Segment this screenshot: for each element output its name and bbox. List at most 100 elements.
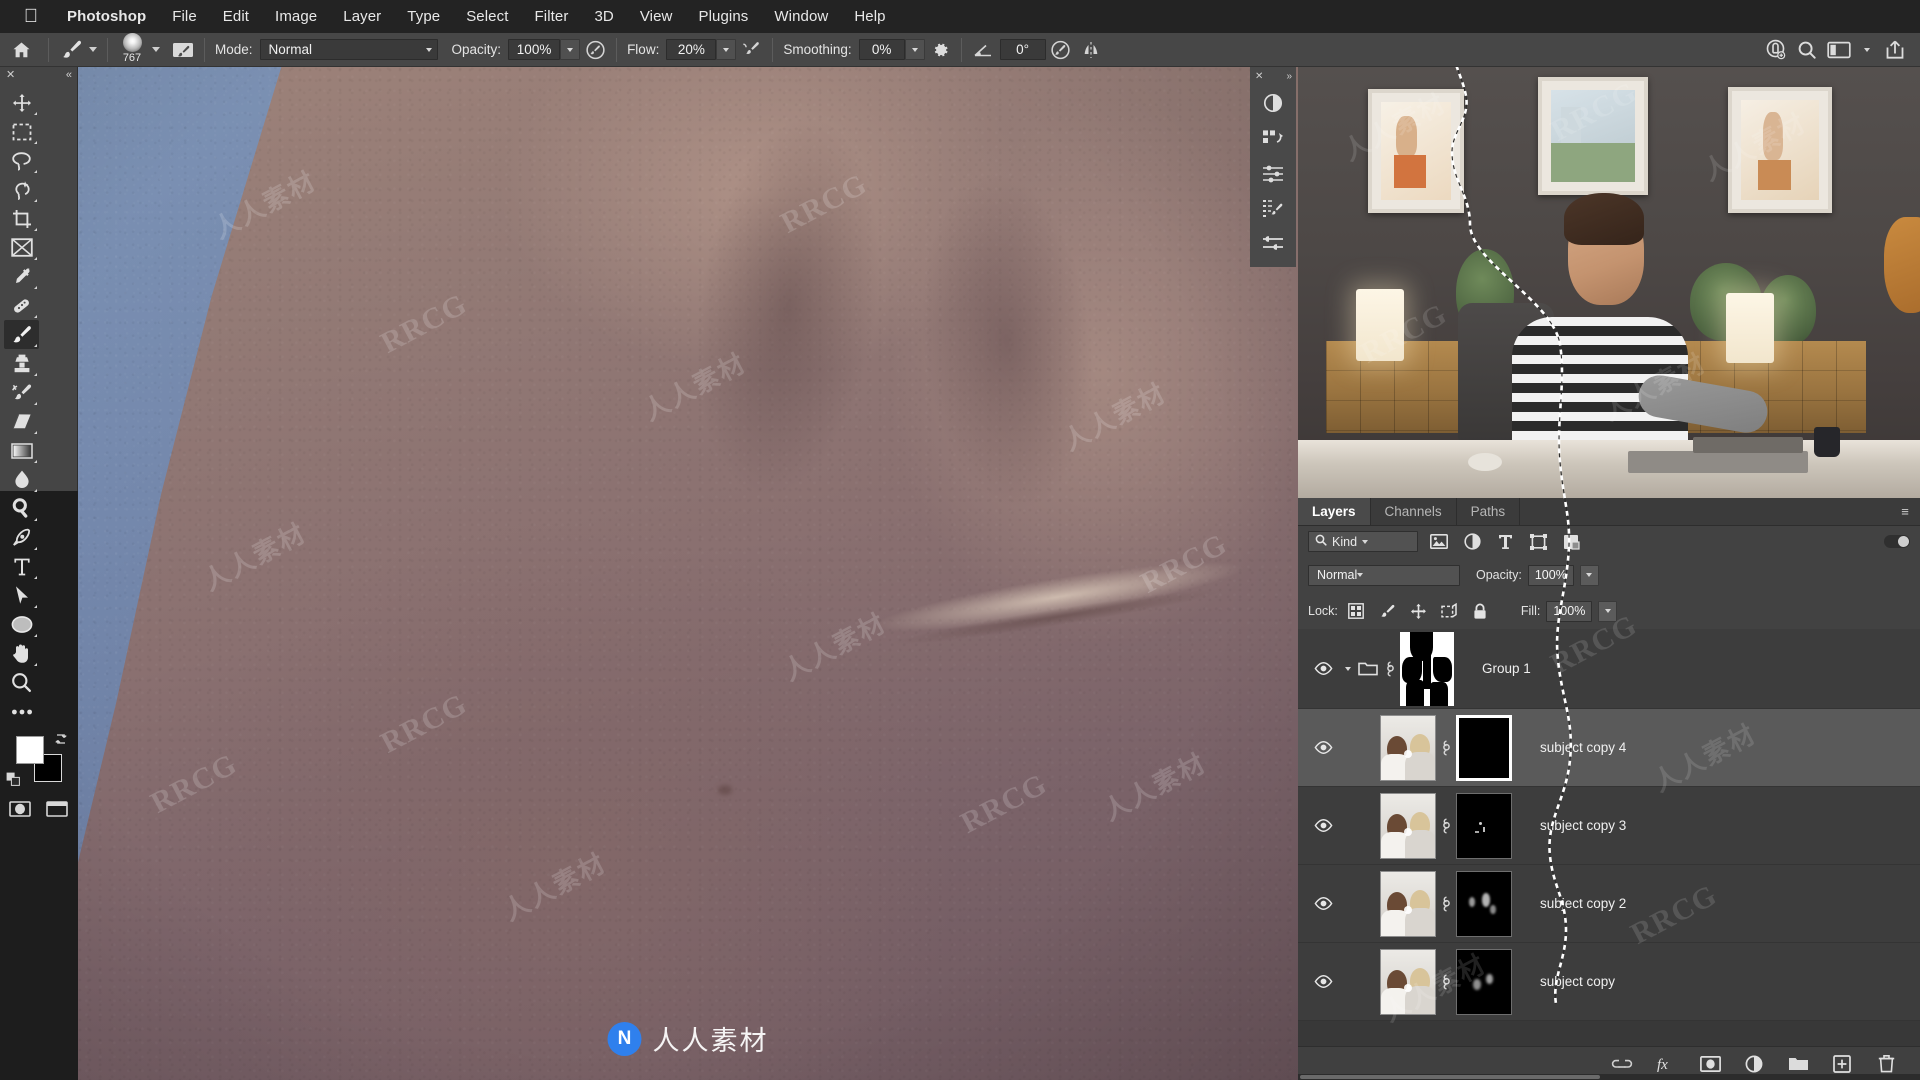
healing-brush-tool[interactable]: [4, 291, 39, 320]
lock-image-pixels-icon[interactable]: [1375, 599, 1400, 623]
crop-tool[interactable]: [4, 204, 39, 233]
workspace-icon[interactable]: [1824, 36, 1854, 64]
tab-layers[interactable]: Layers: [1298, 498, 1371, 525]
close-panel-icon[interactable]: ✕: [6, 70, 15, 81]
table-row[interactable]: subject copy 4: [1298, 709, 1920, 787]
layer-name[interactable]: subject copy: [1540, 974, 1615, 989]
layer-style-fx-icon[interactable]: fx: [1654, 1052, 1678, 1076]
path-selection-tool[interactable]: [4, 581, 39, 610]
ellipse-shape-tool[interactable]: [4, 610, 39, 639]
rectangular-marquee-tool[interactable]: [4, 117, 39, 146]
new-adjustment-layer-icon[interactable]: [1742, 1052, 1766, 1076]
layer-visibility-toggle[interactable]: [1306, 897, 1340, 910]
clone-stamp-tool[interactable]: [4, 349, 39, 378]
screen-mode-icon[interactable]: [46, 798, 70, 820]
pen-tool[interactable]: [4, 523, 39, 552]
table-row[interactable]: subject copy: [1298, 943, 1920, 1021]
layer-name[interactable]: subject copy 2: [1540, 896, 1626, 911]
lasso-tool[interactable]: [4, 146, 39, 175]
gradient-tool[interactable]: [4, 436, 39, 465]
layer-name[interactable]: subject copy 3: [1540, 818, 1626, 833]
brush-angle-input[interactable]: 0°: [999, 39, 1046, 60]
menu-item-help[interactable]: Help: [841, 5, 898, 28]
menu-item-view[interactable]: View: [627, 5, 686, 28]
chevron-down-icon[interactable]: [89, 47, 97, 52]
eyedropper-tool[interactable]: [4, 262, 39, 291]
layer-fill-stepper[interactable]: [1598, 600, 1618, 622]
share-icon[interactable]: [1880, 36, 1910, 64]
brush-size-chevron-down-icon[interactable]: [152, 47, 160, 52]
layer-visibility-toggle[interactable]: [1306, 975, 1340, 988]
object-selection-tool[interactable]: [4, 175, 39, 204]
layer-blend-mode-select[interactable]: Normal: [1308, 564, 1460, 586]
filter-type-icon[interactable]: [1493, 531, 1517, 553]
horizontal-scrollbar[interactable]: [1298, 1074, 1920, 1080]
dodge-tool[interactable]: [4, 494, 39, 523]
table-row[interactable]: subject copy 2: [1298, 865, 1920, 943]
expand-panels-icon[interactable]: »: [1286, 71, 1291, 82]
layer-opacity-input[interactable]: 100%: [1527, 564, 1574, 586]
filter-pixel-icon[interactable]: [1427, 531, 1451, 553]
layer-mask-link-icon[interactable]: [1436, 895, 1456, 912]
eraser-tool[interactable]: [4, 407, 39, 436]
video-preview[interactable]: 人人素材 RRCG 人人素材 RRCG 人人素材: [1298, 67, 1920, 498]
libraries-icon[interactable]: [1250, 120, 1296, 155]
layer-opacity-stepper[interactable]: [1579, 564, 1599, 586]
tab-channels[interactable]: Channels: [1370, 498, 1457, 525]
tab-paths[interactable]: Paths: [1456, 498, 1521, 525]
pressure-size-icon[interactable]: [1046, 36, 1076, 64]
workspace-chevron-down-icon[interactable]: [1864, 47, 1870, 52]
flow-input[interactable]: 20%: [666, 39, 717, 60]
filter-kind-select[interactable]: Kind: [1308, 531, 1418, 552]
move-tool[interactable]: [4, 88, 39, 117]
edit-toolbar-tool[interactable]: [4, 697, 39, 726]
smoothing-stepper[interactable]: [904, 39, 925, 60]
layer-mask-thumbnail[interactable]: [1456, 792, 1512, 859]
quick-mask-icon[interactable]: [8, 798, 32, 820]
search-icon[interactable]: [1792, 36, 1822, 64]
layer-visibility-toggle[interactable]: [1306, 819, 1340, 832]
delete-layer-icon[interactable]: [1874, 1052, 1898, 1076]
pressure-opacity-icon[interactable]: [580, 36, 610, 64]
filter-enable-toggle[interactable]: [1884, 535, 1910, 548]
layer-thumbnail[interactable]: [1380, 870, 1436, 937]
menu-item-photoshop[interactable]: Photoshop: [54, 5, 159, 28]
menu-item-layer[interactable]: Layer: [330, 5, 394, 28]
filter-shape-icon[interactable]: [1526, 531, 1550, 553]
layer-mask-thumbnail[interactable]: [1456, 948, 1512, 1015]
layer-mask-thumbnail[interactable]: [1456, 870, 1512, 937]
close-icon[interactable]: ✕: [1255, 71, 1263, 82]
layer-mask-thumbnail[interactable]: [1456, 714, 1512, 781]
menu-item-select[interactable]: Select: [453, 5, 521, 28]
table-row[interactable]: subject copy 3: [1298, 787, 1920, 865]
airbrush-icon[interactable]: [736, 36, 766, 64]
brush-settings-icon[interactable]: [1250, 190, 1296, 225]
lock-position-icon[interactable]: [1406, 599, 1431, 623]
flow-stepper[interactable]: [716, 39, 737, 60]
layer-visibility-toggle[interactable]: [1306, 741, 1340, 754]
adjustments-icon[interactable]: [1250, 85, 1296, 120]
add-layer-mask-icon[interactable]: [1698, 1052, 1722, 1076]
menu-item-type[interactable]: Type: [394, 5, 453, 28]
layer-mask-link-icon[interactable]: [1436, 817, 1456, 834]
new-layer-icon[interactable]: [1830, 1052, 1854, 1076]
group-expand-chevron-down-icon[interactable]: [1340, 666, 1356, 671]
smoothing-options-gear-icon[interactable]: [925, 36, 955, 64]
blend-mode-select[interactable]: Normal: [259, 39, 438, 60]
apple-logo-icon[interactable]: : [18, 6, 44, 28]
filter-adjustment-icon[interactable]: [1460, 531, 1484, 553]
layer-name[interactable]: subject copy 4: [1540, 740, 1626, 755]
history-brush-tool[interactable]: [4, 378, 39, 407]
layer-mask-link-icon[interactable]: [1436, 973, 1456, 990]
collapse-panel-icon[interactable]: «: [66, 70, 72, 81]
frame-tool[interactable]: [4, 233, 39, 262]
menu-item-filter[interactable]: Filter: [522, 5, 582, 28]
symmetry-icon[interactable]: [1076, 36, 1106, 64]
link-layers-icon[interactable]: [1610, 1052, 1634, 1076]
type-tool[interactable]: [4, 552, 39, 581]
smoothing-input[interactable]: 0%: [858, 39, 905, 60]
image-canvas[interactable]: 人人素材 RRCG 人人素材 RRCG 人人素材 RRCG 人人素材 RRCG …: [78, 67, 1298, 1080]
menu-item-window[interactable]: Window: [761, 5, 841, 28]
lock-transparent-pixels-icon[interactable]: [1344, 599, 1369, 623]
zoom-tool[interactable]: [4, 668, 39, 697]
